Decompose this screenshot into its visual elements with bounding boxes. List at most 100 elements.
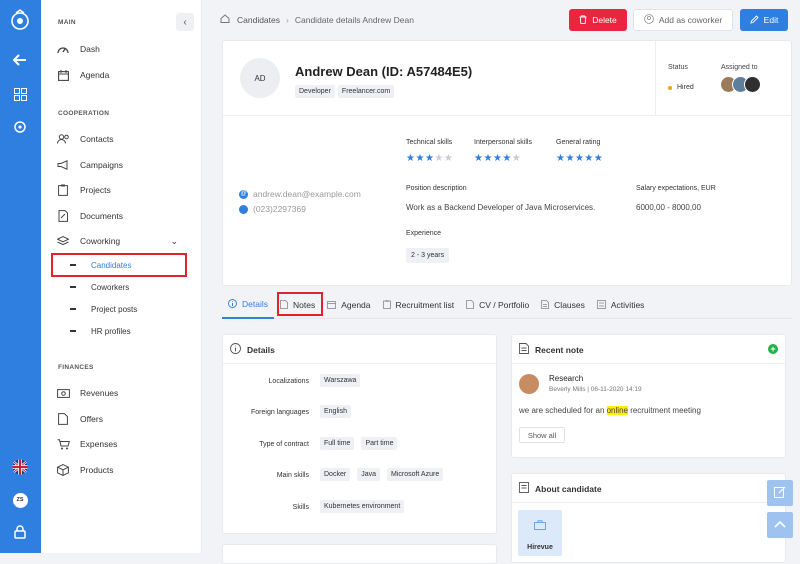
- sidebar-item-offers[interactable]: Offers: [56, 410, 103, 428]
- document-icon: [466, 299, 474, 311]
- scroll-top-button[interactable]: [767, 512, 793, 538]
- tag: Full time: [320, 437, 355, 450]
- edit-button[interactable]: Edit: [740, 9, 788, 31]
- document-icon: [56, 412, 70, 426]
- star-filled-icon: ★: [502, 153, 512, 164]
- bullet-dash: [70, 286, 76, 288]
- divider: [655, 41, 656, 115]
- user-avatar[interactable]: ZS: [10, 490, 30, 510]
- app-rail: ZS: [0, 0, 41, 553]
- candidate-profile-card: AD Andrew Dean (ID: A57484E5) Developer F…: [222, 40, 793, 286]
- sidebar-item-products[interactable]: Products: [56, 461, 114, 479]
- sidebar-item-dash[interactable]: Dash: [56, 40, 100, 58]
- delete-button[interactable]: Delete: [569, 9, 627, 31]
- show-all-button[interactable]: Show all: [519, 427, 565, 443]
- tab-label: Details: [242, 299, 268, 309]
- speedometer-icon: [56, 42, 70, 56]
- sidebar-item-coworking[interactable]: Coworking ⌄: [56, 232, 178, 250]
- star-filled-icon: ★: [584, 153, 594, 164]
- tag: Warszawa: [320, 374, 361, 387]
- company-tile[interactable]: Hirevue: [518, 510, 562, 556]
- sidebar-item-label: Campaigns: [80, 160, 123, 170]
- floating-edit-button[interactable]: [767, 480, 793, 506]
- breadcrumb-root[interactable]: Candidates: [237, 15, 280, 25]
- star-filled-icon: ★: [424, 153, 435, 164]
- apps-grid-icon[interactable]: [10, 84, 30, 104]
- edit-icon: [774, 486, 786, 500]
- technical-skills-label: Technical skills: [406, 139, 453, 146]
- divider: [223, 115, 793, 116]
- uk-flag-icon[interactable]: [10, 457, 30, 477]
- tab-clauses[interactable]: Clauses: [535, 292, 591, 319]
- sidebar-item-label: Coworkers: [91, 282, 130, 292]
- candidate-tags: Developer Freelancer.com: [295, 85, 397, 98]
- sidebar-item-label: Contacts: [80, 134, 114, 144]
- company-name: Hirevue: [527, 544, 553, 551]
- general-rating-stars: ★★★★★: [556, 153, 603, 164]
- back-arrow-icon[interactable]: [10, 50, 30, 70]
- sidebar-subitem-project-posts[interactable]: Project posts: [70, 301, 137, 317]
- position-label: Position description: [406, 185, 467, 192]
- info-icon: [230, 343, 241, 356]
- tag: Microsoft Azure: [386, 468, 444, 481]
- languages-tags: English: [320, 405, 354, 418]
- details-header: Details: [230, 343, 275, 356]
- experience-value-wrap: 2 - 3 years: [406, 248, 452, 263]
- experience-label: Experience: [406, 230, 442, 237]
- sidebar-item-expenses[interactable]: Expenses: [56, 435, 117, 453]
- star-filled-icon: ★: [593, 153, 604, 164]
- assigned-avatars[interactable]: [720, 76, 761, 93]
- tab-details[interactable]: Details: [222, 292, 274, 319]
- sidebar-item-projects[interactable]: Projects: [56, 181, 111, 199]
- app-logo-icon[interactable]: [10, 9, 30, 30]
- sidebar-item-documents[interactable]: Documents: [56, 207, 123, 225]
- recent-note-header: Recent note: [519, 343, 584, 356]
- main-skills-tags: Docker Java Microsoft Azure: [320, 468, 446, 481]
- sidebar-item-contacts[interactable]: Contacts: [56, 130, 114, 148]
- star-empty-icon: ★: [434, 153, 444, 164]
- status-badge: Hired: [668, 84, 694, 91]
- sidebar-item-campaigns[interactable]: Campaigns: [56, 156, 123, 174]
- phone-row[interactable]: (023)2297369: [239, 204, 306, 214]
- sidebar-item-agenda[interactable]: Agenda: [56, 66, 109, 84]
- sidebar-item-label: Expenses: [80, 439, 118, 449]
- divider: [512, 502, 787, 503]
- interpersonal-skills-stars: ★★★★★: [474, 153, 521, 164]
- pencil-icon: [750, 14, 759, 26]
- sidebar-subitem-hr-profiles[interactable]: HR profiles: [70, 323, 131, 339]
- salary-value: 6000,00 - 8000,00: [636, 203, 701, 212]
- note-title[interactable]: Research: [549, 374, 583, 383]
- box-icon: [56, 463, 70, 477]
- bullet-dash: [70, 330, 76, 332]
- candidate-name: Andrew Dean (ID: A57484E5): [295, 64, 473, 79]
- sidebar-item-label: Documents: [80, 211, 123, 221]
- email-row[interactable]: @ andrew.dean@example.com: [239, 189, 361, 199]
- file-icon: [541, 299, 550, 311]
- settings-sync-icon[interactable]: [10, 117, 30, 137]
- user-initials: ZS: [12, 492, 28, 508]
- tag: Developer: [295, 85, 335, 98]
- list-icon: [596, 299, 606, 311]
- assignee-avatar: [744, 76, 761, 93]
- about-title: About candidate: [535, 483, 602, 494]
- star-empty-icon: ★: [443, 153, 454, 164]
- tab-cv-portfolio[interactable]: CV / Portfolio: [460, 292, 535, 319]
- skills-label: Skills: [292, 504, 309, 511]
- collapse-sidebar-button[interactable]: ‹: [176, 13, 194, 31]
- lock-icon[interactable]: [10, 522, 30, 542]
- user-add-icon: [644, 14, 654, 26]
- add-as-coworker-button[interactable]: Add as coworker: [633, 9, 733, 31]
- general-rating-label: General rating: [556, 139, 601, 146]
- sidebar-item-revenues[interactable]: Revenues: [56, 384, 118, 402]
- divider: [512, 363, 787, 364]
- tab-agenda[interactable]: Agenda: [321, 292, 376, 319]
- home-icon[interactable]: [220, 14, 230, 25]
- tab-activities[interactable]: Activities: [591, 292, 651, 319]
- section-finances: FINANCES: [58, 364, 94, 371]
- tab-recruitment-list[interactable]: Recruitment list: [377, 292, 461, 319]
- add-note-icon[interactable]: +: [768, 344, 778, 354]
- star-empty-icon: ★: [511, 153, 522, 164]
- chevron-left-icon: ‹: [183, 16, 187, 28]
- sidebar-item-label: Revenues: [80, 388, 119, 398]
- sidebar-subitem-coworkers[interactable]: Coworkers: [70, 279, 129, 295]
